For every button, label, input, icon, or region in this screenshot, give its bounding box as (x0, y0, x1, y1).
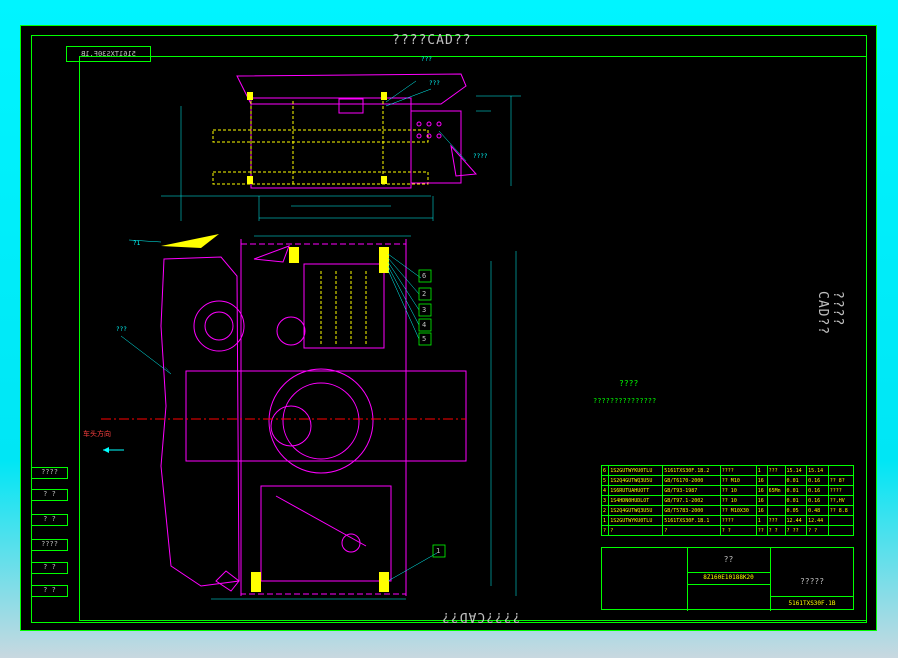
bom-row: ???? ???? ?? ??? ? (600, 525, 855, 536)
bom-cell: 1S4HDN0HUDLOT (608, 495, 664, 506)
bom-cell: 5161TXS30F.1B.2 (662, 465, 721, 476)
bom-cell: 5161TXS30F.1B.1 (662, 515, 721, 526)
bom-cell: ?? M10 (719, 475, 757, 486)
bom-row: 3 1S4HDN0HUDLOT GB/T97.1-2002?? 10 16 0.01 0.… (600, 495, 855, 506)
bom-cell: 0.48 (806, 505, 829, 516)
bom-cell: ??,HV (827, 495, 855, 506)
bom-cell: 15.14 (806, 465, 829, 476)
bom-cell: GB/T5783-2000 (662, 505, 721, 516)
bom-cell: ? ? (719, 525, 757, 536)
bom-cell (827, 525, 855, 536)
bom-row: 5 1S2Q4GUTWQ3U5U GB/T6170-2000?? M10 16 0.01… (600, 475, 855, 486)
title-block: ?? 8Z160E10188K20 ????? 5161TXS30F.1B (601, 547, 854, 611)
callout-3: 3 (422, 306, 427, 314)
bom-cell: 1S2Q4GUTWQ3U5U (608, 475, 664, 486)
bom-cell: ???? (827, 485, 855, 496)
bom-cell: ? ?? (784, 525, 808, 536)
annotation-1: ??? (421, 56, 432, 63)
bom-cell: ??? (766, 465, 786, 476)
annotation-3: ???? (473, 153, 488, 160)
bom-cell (766, 495, 786, 506)
bom-cell: 4 (600, 485, 610, 496)
bom-cell: 12.44 (784, 515, 808, 526)
bom-cell: 16 (755, 495, 768, 506)
annotation-4: ??? (116, 326, 127, 333)
bom-cell: 5 (600, 475, 610, 486)
bom-cell: 6 (600, 465, 610, 476)
bom-cell: 15.14 (784, 465, 808, 476)
bom-cell: 16 (755, 485, 768, 496)
bom-cell: 12.44 (806, 515, 829, 526)
title-block-label: ?? (687, 548, 770, 573)
bom-row: 4 1S6RUTUAHUOTT GB/T93-1987?? 10 16 65Mn 0.01… (600, 485, 855, 496)
bom-cell: ? (608, 525, 664, 536)
bom-cell: ? (662, 525, 721, 536)
callout-1: 1 (436, 547, 441, 555)
bom-cell: 0.16 (806, 475, 829, 486)
cad-drawing (101, 73, 521, 600)
drawing-canvas[interactable]: ????CAD?? 5161TXS30F.1B ????CAD?? ????CA… (20, 25, 877, 631)
bom-cell: ?? 10 (719, 495, 757, 506)
hatch-section (128, 234, 219, 248)
bom-cell: 0.16 (806, 485, 829, 496)
note-title: ???? (619, 379, 639, 388)
bom-cell: ???? (719, 465, 757, 476)
bom-cell (827, 515, 855, 526)
bom-cell: GB/T93-1987 (662, 485, 721, 496)
top-view (161, 73, 521, 221)
callout-2: 2 (422, 290, 427, 298)
bom-row: 1 1S2GUTWYKU0TLU 5161TXS30F.1B.1???? 1??? 12… (600, 515, 855, 526)
bom-cell: 1 (755, 515, 768, 526)
callout-5: 5 (422, 335, 427, 343)
callout-6: 6 (422, 272, 427, 280)
bom-cell: ??? (766, 515, 786, 526)
bom-cell (766, 505, 786, 516)
bom-cell: 1 (600, 515, 610, 526)
callout-leaders (387, 253, 438, 582)
bom-cell: 1S2GUTWYKU0TLU (608, 515, 664, 526)
drawing-name: ????? (799, 577, 825, 586)
bom-cell: 3 (600, 495, 610, 506)
bom-cell: ?? 8.8 (827, 505, 855, 516)
bom-cell: 0.01 (784, 485, 808, 496)
bom-cell: 65Mn (766, 485, 786, 496)
bom-cell: 0.05 (784, 505, 808, 516)
callout-4: 4 (422, 321, 427, 329)
bom-cell: ???? (719, 515, 757, 526)
bom-cell: ? ? (766, 525, 786, 536)
bom-cell: 1S6RUTUAHUOTT (608, 485, 664, 496)
annotation-2: ??? (429, 80, 440, 87)
bom-cell: GB/T6170-2000 (662, 475, 721, 486)
bom-row: 2 1S2Q4GUTWQ3U5U GB/T5783-2000?? M10X30 16 0… (600, 505, 855, 516)
bom-cell: ?? 10 (719, 485, 757, 496)
direction-label: 车头方向 (83, 430, 111, 438)
front-view (101, 235, 517, 600)
bom-cell: ? (600, 525, 610, 536)
drawing-code: 5161TXS30F.1B (770, 596, 854, 611)
bom-cell (827, 465, 855, 476)
note-text: ??????????????? (593, 397, 657, 405)
bom-cell: 0.01 (784, 475, 808, 486)
bom-cell: 16 (755, 475, 768, 486)
bom-cell: 16 (755, 505, 768, 516)
bom-cell: 1S2Q4GUTWQ3U5U (608, 505, 664, 516)
drawing-number: 8Z160E10188K20 (687, 572, 770, 585)
bom-cell: 0.16 (806, 495, 829, 506)
bom-cell (766, 475, 786, 486)
bom-cell: 0.01 (784, 495, 808, 506)
bom-cell: ?? M10X30 (719, 505, 757, 516)
bom-row: 6 1S2GUTWYKU0TLU 5161TXS30F.1B.2???? 1??? 15… (600, 465, 855, 476)
bom-cell: 2 (600, 505, 610, 516)
bom-cell: ? ? (806, 525, 829, 536)
bom-cell: GB/T97.1-2002 (662, 495, 721, 506)
title-block-grid (602, 548, 688, 611)
bom-cell: ?? 8? (827, 475, 855, 486)
bom-cell: 1S2GUTWYKU0TLU (608, 465, 664, 476)
annotation-5: ?1 (133, 240, 141, 247)
bom-table: 6 1S2GUTWYKU0TLU 5161TXS30F.1B.2???? 1??? 15… (600, 465, 855, 536)
bom-cell: 1 (755, 465, 768, 476)
bom-cell: ?? (755, 525, 768, 536)
